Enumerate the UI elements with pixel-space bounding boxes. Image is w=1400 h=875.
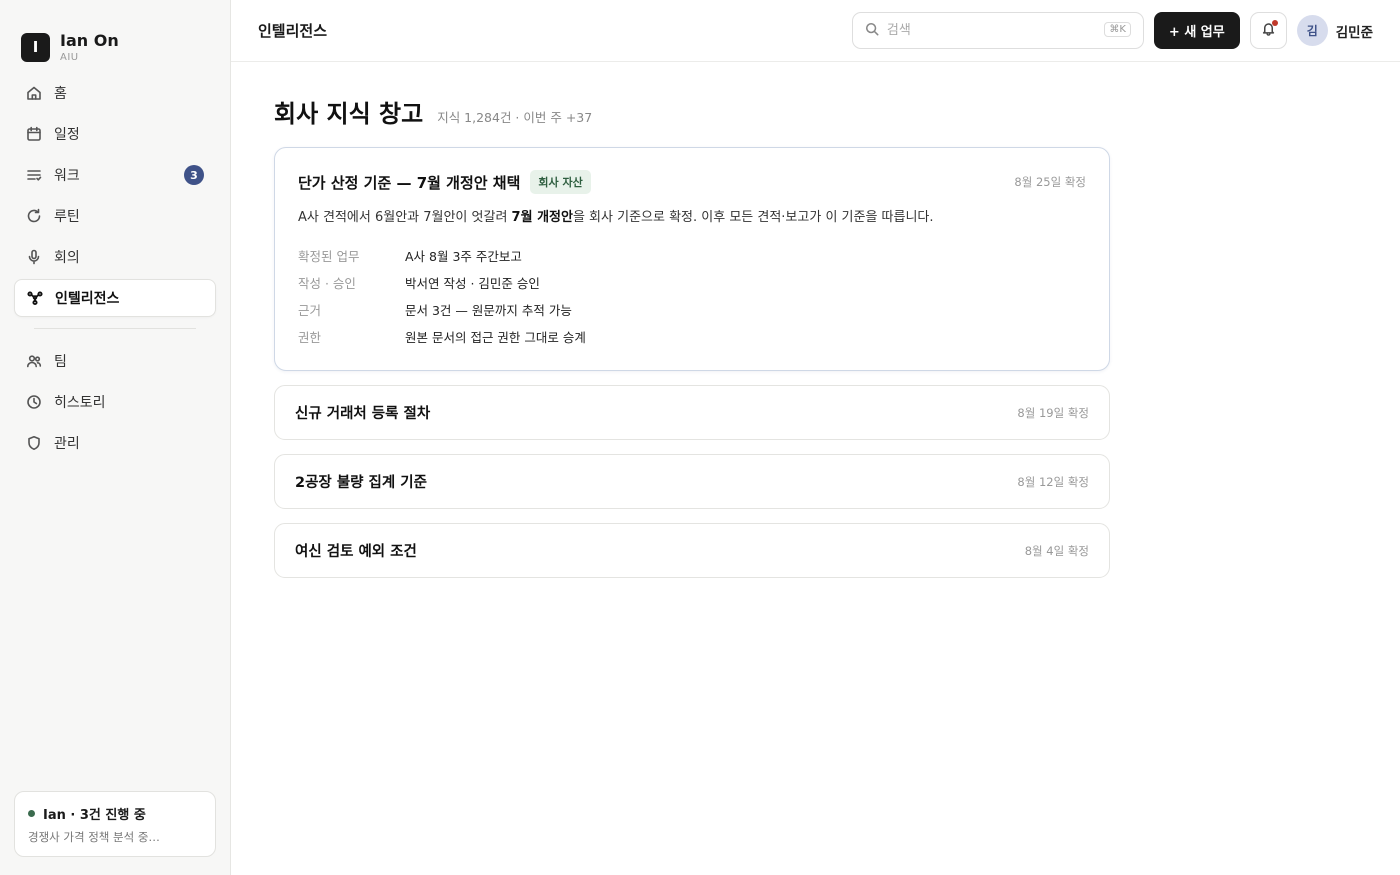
refresh-icon (26, 208, 42, 224)
sidebar-item-intelligence[interactable]: 인텔리전스 (14, 279, 216, 317)
desc-emphasis: 7월 개정안 (511, 210, 573, 225)
sidebar-item-label: 히스토리 (54, 395, 106, 411)
sidebar-item-work[interactable]: 워크 3 (14, 156, 216, 194)
card-description: A사 견적에서 6월안과 7월안이 엇갈려 7월 개정안을 회사 기준으로 확정… (298, 208, 1086, 228)
detail-row: 근거 문서 3건 — 원문까지 추적 가능 (298, 296, 1086, 323)
knowledge-item-date: 8월 19일 확정 (1017, 405, 1089, 420)
detail-key: 확정된 업무 (298, 249, 360, 264)
status-dot (28, 810, 35, 817)
knowledge-item[interactable]: 신규 거래처 등록 절차 8월 19일 확정 (274, 385, 1110, 440)
brand-sub: AIU (60, 51, 79, 63)
sidebar-item-label: 회의 (54, 250, 80, 266)
topbar-actions: ⌘K + 새 업무 김 김민준 (851, 12, 1373, 49)
page-header: 회사 지식 창고 지식 1,284건 · 이번 주 +37 (274, 94, 1110, 128)
sidebar-item-label: 관리 (54, 436, 80, 452)
sidebar-item-admin[interactable]: 관리 (14, 424, 216, 462)
search-box[interactable]: ⌘K (851, 12, 1144, 49)
knowledge-item-title: 여신 검토 예외 조건 (295, 544, 417, 560)
detail-key: 작성 · 승인 (298, 276, 356, 291)
agent-title-text: Ian · 3건 진행 중 (43, 808, 146, 823)
sidebar-item-team[interactable]: 팀 (14, 342, 216, 380)
notifications-button[interactable] (1249, 12, 1287, 49)
detail-value: 원본 문서의 접근 권한 그대로 승계 (405, 330, 586, 345)
detail-key: 근거 (298, 303, 322, 318)
mic-icon (26, 249, 42, 265)
users-icon (26, 353, 42, 369)
sidebar: I Ian On AIU 홈 일정 워크 3 루틴 회의 인텔리전스 팀 히스토… (0, 0, 231, 875)
sidebar-item-label: 팀 (54, 354, 67, 370)
knowledge-item-title: 신규 거래처 등록 절차 (295, 406, 431, 422)
agent-status-card[interactable]: Ian · 3건 진행 중 경쟁사 가격 정책 분석 중… (14, 791, 216, 857)
page-meta: 지식 1,284건 · 이번 주 +37 (437, 110, 593, 125)
detail-row: 권한 원본 문서의 접근 권한 그대로 승계 (298, 323, 1086, 350)
brand-name: Ian On (60, 30, 119, 50)
sidebar-item-history[interactable]: 히스토리 (14, 383, 216, 421)
detail-value: A사 8월 3주 주간보고 (405, 249, 522, 264)
knowledge-item-date: 8월 4일 확정 (1024, 543, 1089, 558)
clock-icon (26, 394, 42, 410)
sidebar-item-label: 루틴 (54, 209, 80, 225)
detail-row: 확정된 업무 A사 8월 3주 주간보고 (298, 242, 1086, 269)
topbar-title: 인텔리전스 (258, 22, 328, 40)
sidebar-item-meeting[interactable]: 회의 (14, 238, 216, 276)
desc-text: 을 회사 기준으로 확정. 이후 모든 견적·보고가 이 기준을 따릅니다. (572, 210, 934, 225)
knowledge-item[interactable]: 여신 검토 예외 조건 8월 4일 확정 (274, 523, 1110, 578)
brand-text: Ian On AIU (60, 30, 119, 63)
brand[interactable]: I Ian On AIU (0, 0, 230, 72)
detail-value: 문서 3건 — 원문까지 추적 가능 (405, 303, 572, 318)
page-title: 회사 지식 창고 (274, 100, 424, 128)
avatar[interactable]: 김 (1296, 15, 1328, 46)
nav-divider (34, 328, 196, 329)
detail-row: 작성 · 승인 박서연 작성 · 김민준 승인 (298, 269, 1086, 296)
company-asset-tag: 회사 자산 (530, 170, 591, 194)
search-input[interactable] (886, 23, 1077, 38)
knowledge-item-title: 2공장 불량 집계 기준 (295, 475, 427, 491)
notification-dot (1271, 20, 1278, 26)
search-shortcut: ⌘K (1104, 22, 1131, 37)
content: 회사 지식 창고 지식 1,284건 · 이번 주 +37 단가 산정 기준 —… (231, 62, 1110, 578)
calendar-icon (26, 126, 42, 142)
detail-key: 권한 (298, 330, 322, 345)
sidebar-item-routine[interactable]: 루틴 (14, 197, 216, 235)
desc-text: A사 견적에서 6월안과 7월안이 엇갈려 (298, 210, 512, 225)
work-count-badge: 3 (184, 165, 204, 185)
detail-value: 박서연 작성 · 김민준 승인 (405, 276, 540, 291)
sidebar-item-schedule[interactable]: 일정 (14, 115, 216, 153)
sidebar-item-label: 홈 (54, 86, 67, 102)
agent-status-title: Ian · 3건 진행 중 (28, 804, 202, 823)
sidebar-item-label: 일정 (54, 127, 80, 143)
brand-logo: I (21, 32, 50, 62)
sidebar-item-label: 워크 (54, 168, 80, 184)
new-task-button[interactable]: + 새 업무 (1153, 12, 1240, 49)
user-name[interactable]: 김민준 (1336, 21, 1373, 41)
agent-status-sub: 경쟁사 가격 정책 분석 중… (28, 830, 160, 844)
home-icon (26, 85, 42, 101)
sidebar-item-label: 인텔리전스 (55, 291, 120, 307)
card-header: 단가 산정 기준 — 7월 개정안 채택 회사 자산 (298, 170, 1086, 194)
detail-list: 확정된 업무 A사 8월 3주 주간보고 작성 · 승인 박서연 작성 · 김민… (298, 242, 1086, 350)
network-icon (27, 290, 43, 306)
sidebar-nav: 홈 일정 워크 3 루틴 회의 인텔리전스 팀 히스토리 관리 (0, 72, 230, 462)
topbar: 인텔리전스 ⌘K + 새 업무 김 김민준 (231, 0, 1400, 62)
search-icon (865, 21, 879, 40)
main: 인텔리전스 ⌘K + 새 업무 김 김민준 회사 지식 창고 지식 1,284건… (231, 0, 1400, 875)
knowledge-item[interactable]: 2공장 불량 집계 기준 8월 12일 확정 (274, 454, 1110, 509)
featured-knowledge-card[interactable]: 단가 산정 기준 — 7월 개정안 채택 회사 자산 8월 25일 확정 A사 … (274, 147, 1110, 371)
card-date: 8월 25일 확정 (1014, 175, 1086, 189)
sidebar-item-home[interactable]: 홈 (14, 74, 216, 112)
knowledge-item-date: 8월 12일 확정 (1017, 474, 1089, 489)
card-title: 단가 산정 기준 — 7월 개정안 채택 (298, 173, 521, 192)
shield-icon (26, 435, 42, 451)
list-icon (26, 167, 42, 183)
